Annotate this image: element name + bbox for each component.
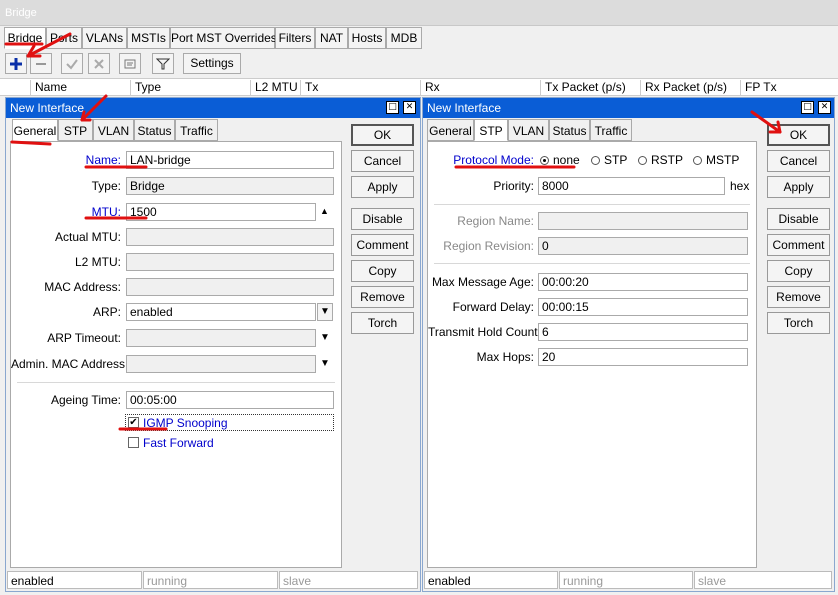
annotation-underline [10, 140, 52, 146]
annotation-arrow [750, 110, 782, 134]
annotation-overlay [4, 32, 782, 431]
annotation-arrow [80, 94, 108, 122]
